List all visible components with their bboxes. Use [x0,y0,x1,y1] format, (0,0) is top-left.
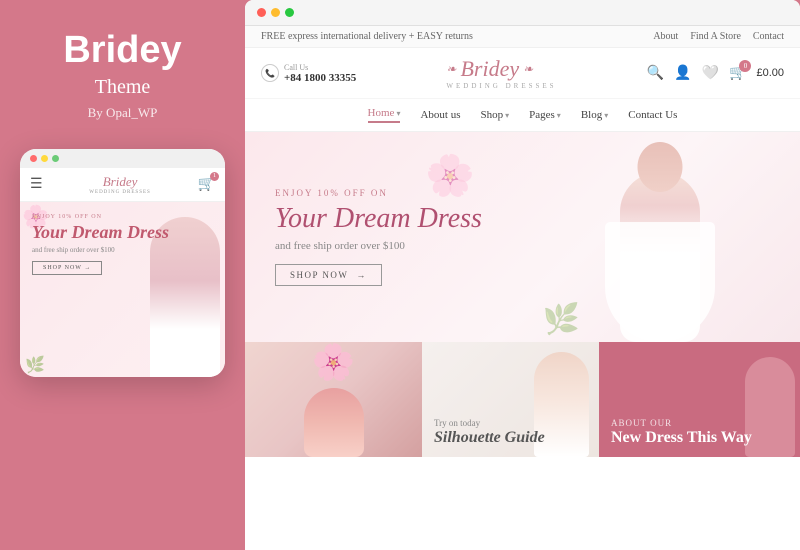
nav-about-label: About us [420,109,460,121]
cart-price: £0.00 [756,67,784,79]
mobile-browser-bar [20,149,225,168]
mobile-menu-icon: ☰ [30,176,43,193]
user-icon[interactable]: 👤 [674,65,691,82]
topbar-about-link[interactable]: About [653,31,678,42]
nav-item-contact[interactable]: Contact Us [628,109,677,121]
mobile-logo: Bridey [89,174,151,190]
thumb-1-content: 🌸 [304,342,364,457]
topbar-links: About Find A Store Contact [653,31,784,42]
hero-btn-label: SHOP NOW [290,270,348,280]
thumb-2-try-label: Try on today [434,418,545,428]
nav-pages-chevron: ▾ [557,111,561,120]
mobile-dot-red [30,155,37,162]
mobile-shop-now-button[interactable]: SHOP NOW → [32,261,102,275]
model-figure [580,142,740,342]
nav-shop-chevron: ▾ [505,111,509,120]
phone-number: +84 1800 33355 [284,72,356,84]
logo-right-decoration: ❧ [523,62,533,77]
brand-title: Bridey [63,30,181,72]
mobile-logo-tagline: WEDDING DRESSES [89,190,151,195]
mobile-header: ☰ Bridey WEDDING DRESSES 🛒 1 [20,168,225,202]
model-head [638,142,683,192]
thumb-3-silhouette [745,357,795,457]
model-dress [605,222,715,342]
thumbnail-section: 🌸 Try on today Silhouette Guide [245,342,800,457]
thumbnail-2: Try on today Silhouette Guide [422,342,599,457]
wishlist-icon[interactable]: 🤍 [702,65,719,82]
thumb-2-text: Try on today Silhouette Guide [434,418,545,447]
nav-home-label: Home [368,107,395,119]
thumbnail-1: 🌸 [245,342,422,457]
mobile-hero-subtitle: and free ship order over $100 [32,246,213,254]
mobile-hero-small: ENJOY 10% OFF ON [32,214,213,220]
mobile-dot-green [52,155,59,162]
hero-title: Your Dream Dress [275,202,482,236]
hero-content: ENJOY 10% OFF ON Your Dream Dress and fr… [245,168,512,307]
thumb-3-model [745,342,795,457]
browser-dot-green [285,8,294,17]
nav-item-blog[interactable]: Blog ▾ [581,109,608,121]
brand-subtitle: Theme [95,76,151,99]
hero-model [560,132,760,342]
nav-blog-chevron: ▾ [604,111,608,120]
mobile-logo-wrap: Bridey WEDDING DRESSES [89,174,151,195]
nav-home-chevron: ▾ [396,109,400,118]
mobile-hero-title: Your Dream Dress [32,222,213,244]
thumb-1-model [304,388,364,457]
mobile-floral-bottom-right: 🌿 [25,355,45,375]
thumbnail-3: About Our New Dress This Way [599,342,800,457]
thumb-1-floral: 🌸 [312,342,356,383]
thumb-3-about-label: About Our [611,418,752,428]
hero-shop-now-button[interactable]: SHOP NOW → [275,264,382,286]
call-us-label: Call Us [284,63,356,72]
search-icon[interactable]: 🔍 [647,65,664,82]
mobile-cart-icon[interactable]: 🛒 1 [198,176,215,193]
nav-contact-label: Contact Us [628,109,677,121]
mobile-cart-badge: 1 [210,172,219,181]
browser-bar [245,0,800,26]
nav-blog-label: Blog [581,109,602,121]
logo-left-decoration: ❧ [446,62,456,77]
browser-dot-yellow [271,8,280,17]
mobile-mockup: ☰ Bridey WEDDING DRESSES 🛒 1 🌸 ENJOY 10%… [20,149,225,377]
browser-content: FREE express international delivery + EA… [245,26,800,550]
left-panel: Bridey Theme By Opal_WP ☰ Bridey WEDDING… [0,0,245,550]
mobile-hero: 🌸 ENJOY 10% OFF ON Your Dream Dress and … [20,202,225,377]
mobile-hero-text: ENJOY 10% OFF ON Your Dream Dress and fr… [32,214,213,276]
site-header: 📞 Call Us +84 1800 33355 ❧ Bridey ❧ WEDD… [245,48,800,99]
nav-pages-label: Pages [529,109,555,121]
hero-btn-arrow: → [356,270,367,280]
site-navigation: Home ▾ About us Shop ▾ Pages ▾ Blog ▾ Co… [245,99,800,132]
hero-section: ENJOY 10% OFF ON Your Dream Dress and fr… [245,132,800,342]
hero-small-text: ENJOY 10% OFF ON [275,188,482,198]
thumb-3-text: About Our New Dress This Way [611,418,752,447]
logo-tagline: WEDDING DRESSES [446,82,556,90]
nav-shop-label: Shop [480,109,503,121]
brand-by: By Opal_WP [88,105,158,121]
cart-icon-wrap[interactable]: 🛒 0 [729,65,746,82]
topbar-find-store-link[interactable]: Find A Store [690,31,741,42]
hero-subtitle: and free ship order over $100 [275,240,482,252]
browser-window: FREE express international delivery + EA… [245,0,800,550]
topbar-announcement: FREE express international delivery + EA… [261,31,473,42]
header-phone: 📞 Call Us +84 1800 33355 [261,63,356,84]
logo-name: Bridey [460,56,519,82]
site-topbar: FREE express international delivery + EA… [245,26,800,48]
nav-item-about[interactable]: About us [420,109,460,121]
logo-text: ❧ Bridey ❧ [446,56,556,82]
phone-icon: 📞 [261,64,279,82]
thumb-3-title: New Dress This Way [611,428,752,447]
thumb-2-main-text: Silhouette Guide [434,428,545,447]
cart-badge: 0 [739,60,751,72]
mobile-dot-yellow [41,155,48,162]
phone-text: Call Us +84 1800 33355 [284,63,356,84]
nav-item-home[interactable]: Home ▾ [368,107,401,123]
topbar-contact-link[interactable]: Contact [753,31,784,42]
header-icons: 🔍 👤 🤍 🛒 0 £0.00 [647,65,784,82]
header-logo: ❧ Bridey ❧ WEDDING DRESSES [446,56,556,90]
nav-item-shop[interactable]: Shop ▾ [480,109,509,121]
browser-dot-red [257,8,266,17]
nav-item-pages[interactable]: Pages ▾ [529,109,561,121]
